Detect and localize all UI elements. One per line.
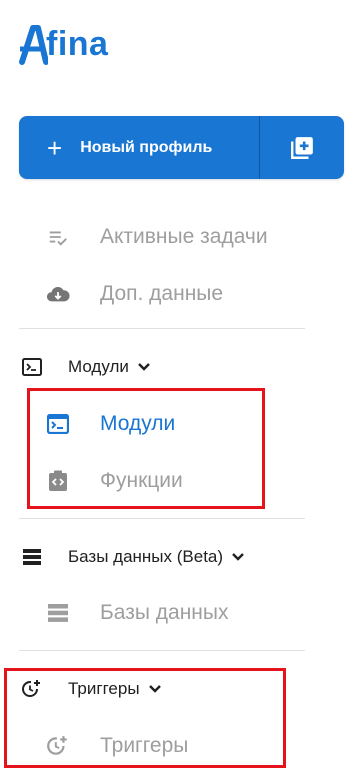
sidebar-item-label: Доп. данные <box>100 282 224 305</box>
sidebar-item-databases[interactable]: Базы данных <box>46 601 229 625</box>
database-icon <box>46 601 70 625</box>
console-icon <box>20 355 44 379</box>
sidebar-item-active-tasks[interactable]: Активные задачи <box>46 225 268 249</box>
cloud-download-icon <box>46 282 70 306</box>
new-profile-split-button: + Новый профиль <box>19 116 344 179</box>
sidebar-item-label: Активные задачи <box>100 225 268 248</box>
section-label: Модули <box>68 357 129 376</box>
new-profile-label: Новый профиль <box>80 138 213 156</box>
divider <box>19 328 305 329</box>
new-profile-button[interactable]: + Новый профиль <box>19 116 259 179</box>
app-logo: fina <box>18 20 108 68</box>
playlist-check-icon <box>46 225 70 249</box>
section-databases[interactable]: Базы данных (Beta) <box>20 545 245 569</box>
plus-icon: + <box>47 132 63 163</box>
chevron-down-icon <box>231 552 245 562</box>
library-add-icon <box>291 136 313 159</box>
divider <box>19 518 305 519</box>
chevron-down-icon <box>137 362 151 372</box>
highlight-box-modules <box>27 388 265 509</box>
section-label: Базы данных (Beta) <box>68 547 224 566</box>
add-profiles-button[interactable] <box>260 116 344 179</box>
divider <box>19 650 305 651</box>
sidebar-item-label: Базы данных <box>100 601 229 624</box>
sidebar-item-extra-data[interactable]: Доп. данные <box>46 282 223 306</box>
section-modules[interactable]: Модули <box>20 355 151 379</box>
highlight-box-triggers <box>4 668 286 768</box>
logo-a-icon <box>19 25 48 65</box>
database-icon <box>20 545 44 569</box>
logo-text: fina <box>46 25 109 63</box>
